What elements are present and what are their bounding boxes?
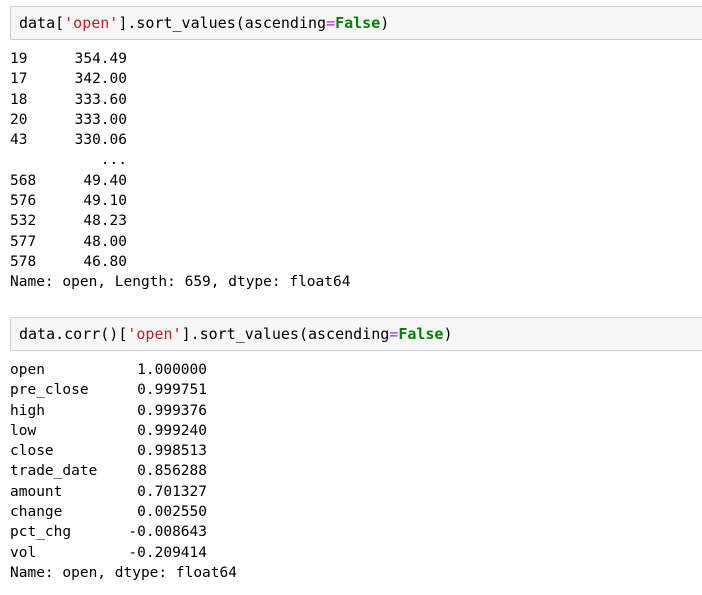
row-value: 0.701327 [137, 483, 207, 500]
row-value: 0.999376 [137, 402, 207, 419]
row-value: 46.80 [83, 253, 127, 270]
output-row: trade_date 0.856288 [10, 461, 237, 481]
output-row: 43 330.06 [10, 130, 350, 150]
row-value: 330.06 [74, 132, 127, 149]
output-row: 19 354.49 [10, 49, 350, 69]
output-row: change 0.002550 [10, 502, 237, 522]
output-row: 532 48.23 [10, 211, 350, 231]
row-value: 49.10 [83, 193, 127, 210]
output-row: 578 46.80 [10, 252, 350, 272]
output-row: 576 49.10 [10, 191, 350, 211]
output-row: 577 48.00 [10, 232, 350, 252]
output-row: low 0.999240 [10, 421, 237, 441]
cell-output-1: 19 354.49 17 342.00 18 333.60 20 333.00 43 330.06… [10, 49, 350, 293]
output-row: 20 333.00 [10, 110, 350, 130]
output-row: pre_close 0.999751 [10, 380, 237, 400]
row-value: -0.209414 [128, 544, 207, 561]
row-value: 0.999751 [137, 382, 207, 399]
row-value: -0.008643 [128, 524, 207, 541]
row-value: 48.00 [83, 233, 127, 250]
output-row: close 0.998513 [10, 441, 237, 461]
output-row: ... [10, 150, 350, 170]
output-row: 17 342.00 [10, 69, 350, 89]
row-value: 354.49 [74, 51, 127, 67]
code-line-1[interactable]: data['open'].sort_values(ascending=False… [19, 14, 389, 32]
row-value: 1.000000 [137, 362, 207, 378]
output-row: 568 49.40 [10, 171, 350, 191]
row-value: 0.856288 [137, 463, 207, 480]
row-value: 0.999240 [137, 422, 207, 439]
output-row: pct_chg -0.008643 [10, 522, 237, 542]
row-value: 342.00 [74, 71, 127, 88]
series-footer: Name: open, dtype: float64 [10, 564, 237, 581]
output-row: open 1.000000 [10, 360, 237, 380]
output-row: vol -0.209414 [10, 543, 237, 563]
row-value: 333.00 [74, 111, 127, 128]
row-value: 48.23 [83, 213, 127, 230]
code-cell-2[interactable]: data.corr()['open'].sort_values(ascendin… [10, 317, 702, 351]
output-row: 18 333.60 [10, 90, 350, 110]
series-footer: Name: open, Length: 659, dtype: float64 [10, 274, 351, 291]
cell-output-2: open 1.000000 pre_close 0.999751 high 0.99937… [10, 360, 237, 583]
output-row: amount 0.701327 [10, 482, 237, 502]
row-value: 0.002550 [137, 504, 207, 521]
code-line-2[interactable]: data.corr()['open'].sort_values(ascendin… [19, 325, 453, 343]
code-cell-1[interactable]: data['open'].sort_values(ascending=False… [10, 6, 702, 40]
row-value: 0.998513 [137, 443, 207, 460]
row-value: ... [100, 152, 127, 169]
row-value: 49.40 [83, 172, 127, 189]
row-value: 333.60 [74, 91, 127, 108]
output-row: high 0.999376 [10, 401, 237, 421]
